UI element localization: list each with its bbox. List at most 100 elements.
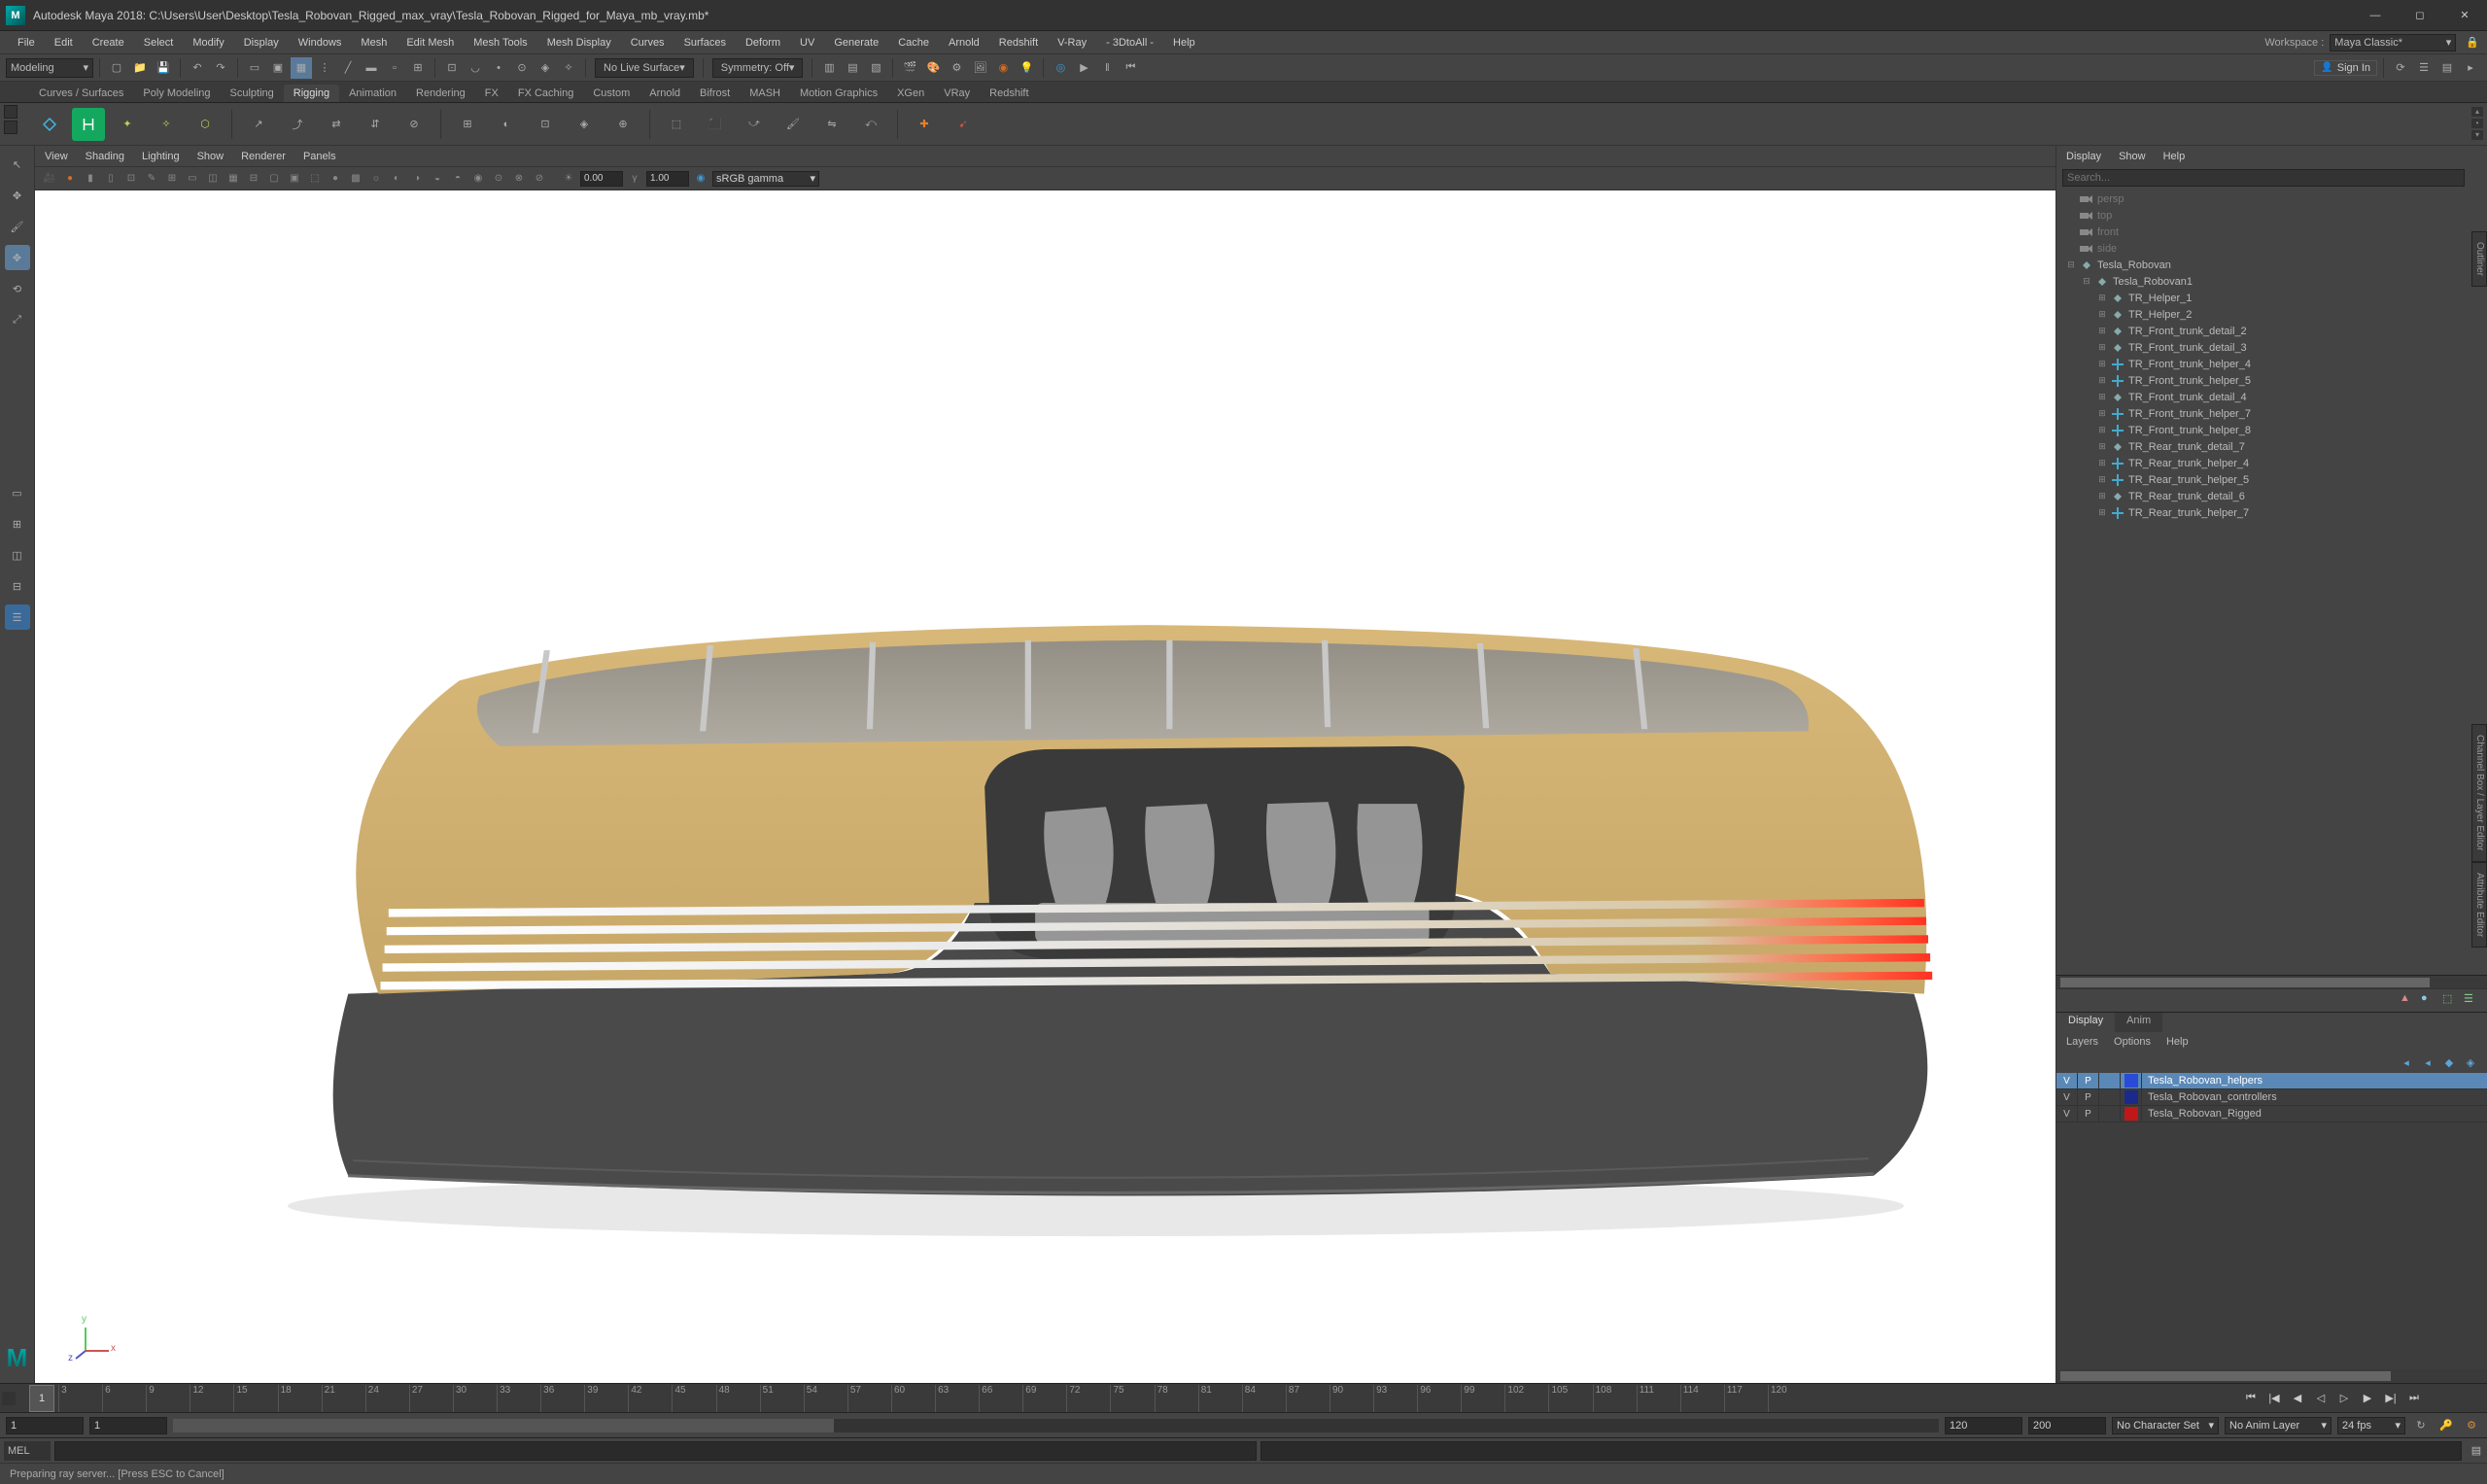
outliner-item[interactable]: ⊞TR_Rear_trunk_helper_7 [2056,504,2487,521]
snap-point-icon[interactable]: • [488,57,509,79]
sidetab-outliner[interactable]: Outliner [2471,231,2487,287]
input-line-icon[interactable]: ▤ [842,57,863,79]
outliner-item[interactable]: ⊞TR_Rear_trunk_helper_5 [2056,471,2487,488]
select-uv-icon[interactable]: ▫ [384,57,405,79]
vp-isolate-icon[interactable]: ⊙ [490,170,507,188]
render-settings-icon[interactable]: ⚙ [946,57,967,79]
menu-mesh-display[interactable]: Mesh Display [537,37,621,49]
loop-icon[interactable]: ↻ [2411,1416,2431,1435]
vp-dof-icon[interactable]: ◉ [469,170,487,188]
range-out-input[interactable] [1945,1417,2022,1434]
outliner-menu-show[interactable]: Show [2119,151,2146,162]
vp-image-plane-icon[interactable]: ▯ [102,170,120,188]
menu-help[interactable]: Help [1163,37,1205,49]
sidebar-toggle-icon[interactable]: ☰ [2413,57,2435,79]
layer-menu-layers[interactable]: Layers [2066,1036,2098,1048]
outliner-item[interactable]: ⊞TR_Front_trunk_helper_5 [2056,372,2487,389]
mirror-joint-icon[interactable]: ⇄ [320,108,353,141]
blendshape-icon[interactable]: ◈ [568,108,601,141]
goto-end-icon[interactable]: ⏭ [2403,1388,2425,1409]
shelf-tab-rendering[interactable]: Rendering [406,85,475,102]
vp-field-chart-icon[interactable]: ⊟ [245,170,262,188]
layer-movedown-icon[interactable]: ◂ [2419,1053,2436,1071]
outliner-item[interactable]: side [2056,240,2487,257]
command-input[interactable] [54,1441,1257,1461]
workspace-lock-icon[interactable]: 🔒 [2466,36,2479,49]
outliner-menu-help[interactable]: Help [2163,151,2186,162]
outliner-item[interactable]: ⊞TR_Helper_1 [2056,290,2487,306]
mode-selector[interactable]: Modeling▾ [6,58,93,78]
vp-wireframe-icon[interactable]: ⬚ [306,170,324,188]
wrap-icon[interactable]: ⊡ [529,108,562,141]
vp-select-camera-icon[interactable]: 🎥 [41,170,58,188]
outliner-item[interactable]: ⊞TR_Front_trunk_helper_4 [2056,356,2487,372]
outliner-item[interactable]: ⊞TR_Front_trunk_detail_3 [2056,339,2487,356]
playblast-icon[interactable]: ◎ [1050,57,1071,79]
shelf-edit-icon[interactable] [4,105,17,119]
constraint-aim-icon[interactable]: ➹ [947,108,980,141]
step-fwd-key-icon[interactable]: ▶| [2380,1388,2401,1409]
prefs-icon[interactable]: ⚙ [2462,1416,2481,1435]
live-surface-dropdown[interactable]: No Live Surface ▾ [595,58,694,78]
shelf-tab-fx-caching[interactable]: FX Caching [508,85,583,102]
shelf-tab-fx[interactable]: FX [475,85,508,102]
select-face-icon[interactable]: ▬ [361,57,382,79]
layer-new-empty-icon[interactable]: ◆ [2440,1053,2458,1071]
outliner-item[interactable]: ⊞TR_Front_trunk_helper_7 [2056,405,2487,422]
smooth-bind-icon[interactable]: ⬚ [660,108,693,141]
rotate-tool-icon[interactable]: ⟲ [5,276,30,301]
shelf-tab-animation[interactable]: Animation [339,85,406,102]
shelf-tab-bifrost[interactable]: Bifrost [690,85,740,102]
outliner-hscroll[interactable] [2056,975,2487,988]
menu-v-ray[interactable]: V-Ray [1048,37,1096,49]
play-icon[interactable]: ▶ [1073,57,1094,79]
panel-toggle-icon[interactable]: ▤ [2436,57,2458,79]
outliner-item[interactable]: persp [2056,190,2487,207]
script-editor-icon[interactable]: ▤ [2466,1440,2487,1462]
menu-modify[interactable]: Modify [183,37,233,49]
render-view-icon[interactable]: 🖼 [969,57,990,79]
signin-button[interactable]: 👤 Sign In [2314,60,2377,76]
sidetab-attribute[interactable]: Attribute Editor [2471,862,2487,948]
vp-gamma-input[interactable] [646,171,689,187]
select-edge-icon[interactable]: ╱ [337,57,359,79]
shelf-tab-custom[interactable]: Custom [583,85,639,102]
paint-select-tool-icon[interactable]: 🖌 [5,214,30,239]
outliner-tree[interactable]: persptopfrontside⊟Tesla_Robovan⊟Tesla_Ro… [2056,189,2487,975]
vp-xray-icon[interactable]: ⊗ [510,170,528,188]
shelf-scroll-up-icon[interactable]: ▴ [2471,107,2483,117]
menu-select[interactable]: Select [134,37,184,49]
vp-gamma-icon[interactable]: γ [626,170,643,188]
vp-safe-title-icon[interactable]: ▣ [286,170,303,188]
outliner-btn-2-icon[interactable]: ● [2421,992,2436,1008]
outliner-menu-display[interactable]: Display [2066,151,2101,162]
outliner-item[interactable]: ⊞TR_Front_trunk_detail_4 [2056,389,2487,405]
new-scene-icon[interactable]: ▢ [106,57,127,79]
outliner-item[interactable]: ⊞TR_Rear_trunk_helper_4 [2056,455,2487,471]
select-component-icon[interactable]: ▦ [291,57,312,79]
snap-curve-icon[interactable]: ◡ [465,57,486,79]
layer-tab-display[interactable]: Display [2056,1013,2115,1032]
step-fwd-icon[interactable]: ▶ [2357,1388,2378,1409]
outliner-item[interactable]: ⊞TR_Front_trunk_helper_8 [2056,422,2487,438]
maximize-button[interactable]: ◻ [2398,0,2442,31]
menu-arnold[interactable]: Arnold [939,37,989,49]
vp-2d-pan-icon[interactable]: ⊡ [122,170,140,188]
display-layer-row[interactable]: VPTesla_Robovan_controllers [2056,1089,2487,1106]
constraint-point-icon[interactable]: ✚ [908,108,941,141]
vp-shadows-icon[interactable]: ◐ [388,170,405,188]
orient-joint-icon[interactable]: ⇵ [359,108,392,141]
panel-menu-lighting[interactable]: Lighting [142,151,180,162]
sync-icon[interactable]: ⟳ [2390,57,2411,79]
menu-generate[interactable]: Generate [824,37,888,49]
vp-film-gate-icon[interactable]: ▭ [184,170,201,188]
shelf-tab-vray[interactable]: VRay [934,85,980,102]
layer-moveup-icon[interactable]: ◂ [2398,1053,2415,1071]
menu-windows[interactable]: Windows [289,37,352,49]
vp-aa-icon[interactable]: ◒ [429,170,446,188]
display-layer-row[interactable]: VPTesla_Robovan_helpers [2056,1073,2487,1089]
vp-gate-mask-icon[interactable]: ▦ [225,170,242,188]
outliner-item[interactable]: top [2056,207,2487,224]
select-multi-icon[interactable]: ⊞ [407,57,429,79]
autokey-icon[interactable]: 🔑 [2436,1416,2456,1435]
